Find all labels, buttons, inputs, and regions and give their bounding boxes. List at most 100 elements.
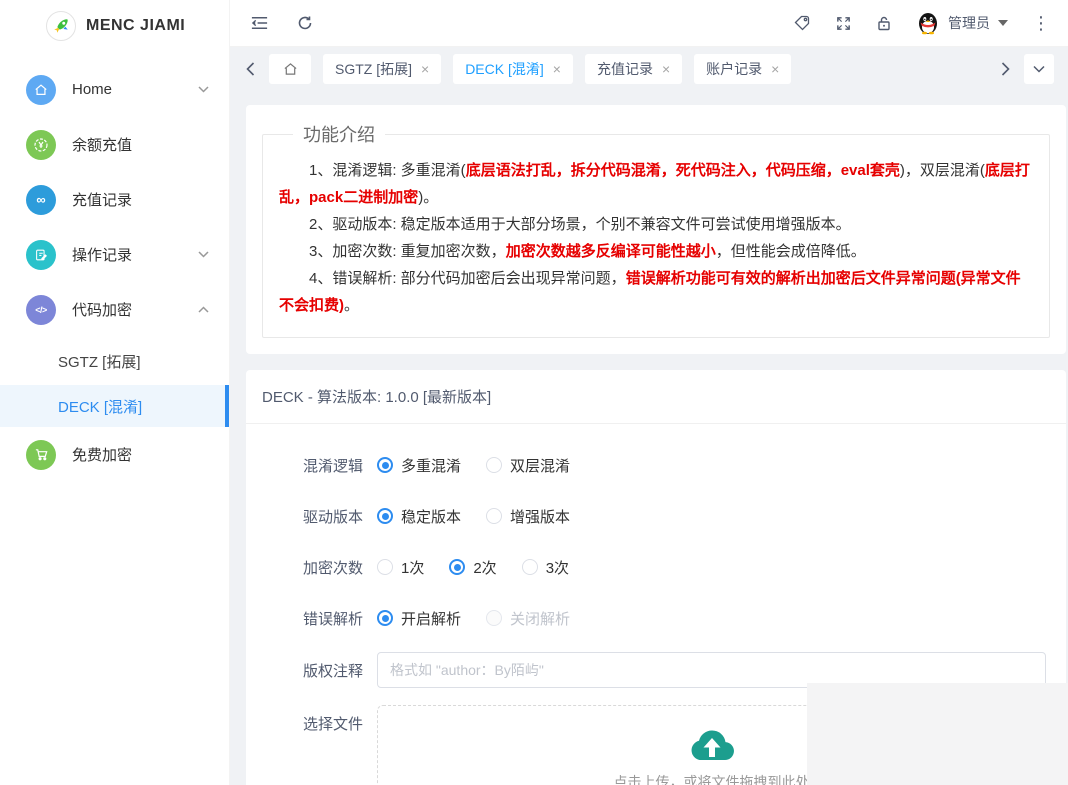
tab-label: 充值记录 xyxy=(597,59,653,79)
radio-icon[interactable] xyxy=(377,457,393,473)
radio-option-label: 开启解析 xyxy=(401,608,461,629)
intro-text-segment: 加密次数越多反编译可能性越小 xyxy=(506,243,716,260)
tab-account-records[interactable]: 账户记录 × xyxy=(694,54,791,84)
radio-icon[interactable] xyxy=(522,559,538,575)
sidebar-item-home[interactable]: Home xyxy=(0,62,229,117)
sidebar-item-label: 操作记录 xyxy=(72,244,198,265)
sidebar-item-recharge-records[interactable]: ∞ 充值记录 xyxy=(0,172,229,227)
sidebar-item-balance-recharge[interactable]: 余额充值 xyxy=(0,117,229,172)
logo: MENC JIAMI xyxy=(0,0,229,52)
document-edit-icon xyxy=(26,240,56,270)
main-area: 管理员 ⋮ SGTZ [拓展] × DECK [混淆] × xyxy=(230,0,1068,785)
radio-icon[interactable] xyxy=(449,559,465,575)
intro-text-segment: )。 xyxy=(418,189,438,206)
intro-text-segment: )，双层混淆( xyxy=(900,162,985,179)
radio-option-enhanced-version[interactable]: 增强版本 xyxy=(486,506,570,527)
form-row-error-parsing: 错误解析 开启解析 关闭解析 xyxy=(303,601,1046,635)
tabs-scroll-left-icon[interactable] xyxy=(246,62,255,76)
sidebar-subitem-label: SGTZ [拓展] xyxy=(58,351,141,372)
tab-label: SGTZ [拓展] xyxy=(335,59,412,79)
radio-option-label: 关闭解析 xyxy=(510,608,570,629)
intro-card: 功能介绍 1、混淆逻辑: 多重混淆(底层语法打乱，拆分代码混淆，死代码注入，代码… xyxy=(246,105,1066,354)
user-menu[interactable]: 管理员 xyxy=(916,11,1008,35)
yen-coin-icon xyxy=(26,130,56,160)
radio-option-label: 双层混淆 xyxy=(510,455,570,476)
radio-option-label: 1次 xyxy=(401,557,424,578)
sidebar-subitem-label: DECK [混淆] xyxy=(58,396,142,417)
intro-text-segment: 3、加密次数: 重复加密次数， xyxy=(309,243,506,260)
form-row-label: 错误解析 xyxy=(303,608,363,629)
close-icon[interactable]: × xyxy=(662,62,670,76)
intro-legend: 功能介绍 xyxy=(293,121,385,147)
sidebar: MENC JIAMI Home xyxy=(0,0,230,785)
form-row-driver-version: 驱动版本 稳定版本 增强版本 xyxy=(303,499,1046,533)
radio-option-2-times[interactable]: 2次 xyxy=(449,557,496,578)
refresh-icon[interactable] xyxy=(297,15,313,31)
app-window: MENC JIAMI Home xyxy=(0,0,1068,785)
radio-option-enable-parsing[interactable]: 开启解析 xyxy=(377,608,461,629)
upload-hint-text: 点击上传，或将文件拖拽到此处 xyxy=(614,772,810,785)
radio-option-double-obfuscate[interactable]: 双层混淆 xyxy=(486,455,570,476)
tab-label: DECK [混淆] xyxy=(465,59,544,79)
page-content: 功能介绍 1、混淆逻辑: 多重混淆(底层语法打乱，拆分代码混淆，死代码注入，代码… xyxy=(230,91,1068,785)
form-card-title: DECK - 算法版本: 1.0.0 [最新版本] xyxy=(246,370,1066,424)
intro-text-segment: 底层语法打乱，拆分代码混淆，死代码注入，代码压缩，eval套壳 xyxy=(466,162,900,179)
radio-option-label: 3次 xyxy=(546,557,569,578)
sidebar-item-free-encrypt[interactable]: 免费加密 xyxy=(0,427,229,482)
sidebar-item-operation-records[interactable]: 操作记录 xyxy=(0,227,229,282)
radio-option-stable-version[interactable]: 稳定版本 xyxy=(377,506,461,527)
radio-icon[interactable] xyxy=(377,508,393,524)
radio-option-label: 稳定版本 xyxy=(401,506,461,527)
radio-option-1-time[interactable]: 1次 xyxy=(377,557,424,578)
lock-icon[interactable] xyxy=(876,15,892,32)
tab-label: 账户记录 xyxy=(706,59,762,79)
close-icon[interactable]: × xyxy=(421,62,429,76)
radio-option-multi-obfuscate[interactable]: 多重混淆 xyxy=(377,455,461,476)
overlay-rectangle xyxy=(807,683,1068,785)
sidebar-item-code-encrypt[interactable]: </> 代码加密 xyxy=(0,282,229,337)
form-row-label: 版权注释 xyxy=(303,660,363,681)
radio-option-disable-parsing: 关闭解析 xyxy=(486,608,570,629)
radio-icon[interactable] xyxy=(486,508,502,524)
close-icon[interactable]: × xyxy=(553,62,561,76)
sidebar-subitem-sgtz[interactable]: SGTZ [拓展] xyxy=(0,337,229,385)
sidebar-menu: Home 余额充值 ∞ 充值记录 xyxy=(0,52,229,482)
radio-icon[interactable] xyxy=(377,559,393,575)
tag-icon[interactable] xyxy=(793,14,811,32)
caret-down-icon xyxy=(998,20,1008,26)
radio-icon[interactable] xyxy=(486,457,502,473)
form-row-encrypt-times: 加密次数 1次 2次 3次 xyxy=(303,550,1046,584)
collapse-sidebar-icon[interactable] xyxy=(250,15,269,31)
intro-line-2: 2、驱动版本: 稳定版本适用于大部分场景，个别不兼容文件可尝试使用增强版本。 xyxy=(279,211,1033,238)
more-options-icon[interactable]: ⋮ xyxy=(1032,14,1050,32)
chevron-down-icon xyxy=(198,86,209,93)
tab-recharge-records[interactable]: 充值记录 × xyxy=(585,54,682,84)
tabs-scroll-right-icon[interactable] xyxy=(1001,62,1010,76)
close-icon[interactable]: × xyxy=(771,62,779,76)
form-row-obfuscation-logic: 混淆逻辑 多重混淆 双层混淆 xyxy=(303,448,1046,482)
sidebar-item-label: 代码加密 xyxy=(72,299,198,320)
tab-home[interactable] xyxy=(269,54,311,84)
radio-icon[interactable] xyxy=(377,610,393,626)
tab-sgtz[interactable]: SGTZ [拓展] × xyxy=(323,54,441,84)
fullscreen-icon[interactable] xyxy=(835,15,852,32)
intro-text-segment: 1、混淆逻辑: 多重混淆( xyxy=(309,162,466,179)
intro-line-1: 1、混淆逻辑: 多重混淆(底层语法打乱，拆分代码混淆，死代码注入，代码压缩，ev… xyxy=(279,157,1033,211)
form-row-label: 驱动版本 xyxy=(303,506,363,527)
infinity-icon: ∞ xyxy=(26,185,56,215)
radio-option-3-times[interactable]: 3次 xyxy=(522,557,569,578)
rocket-logo-icon xyxy=(46,11,76,41)
sidebar-item-label: 充值记录 xyxy=(72,189,229,210)
radio-option-label: 2次 xyxy=(473,557,496,578)
sidebar-subitem-deck[interactable]: DECK [混淆] xyxy=(0,385,229,427)
tab-deck[interactable]: DECK [混淆] × xyxy=(453,54,573,84)
intro-text-segment: 。 xyxy=(344,297,359,314)
tab-strip: SGTZ [拓展] × DECK [混淆] × 充值记录 × 账户记录 × xyxy=(230,47,1068,91)
home-icon xyxy=(26,75,56,105)
form-row-label: 混淆逻辑 xyxy=(303,455,363,476)
cloud-upload-icon xyxy=(689,729,735,763)
tabs-dropdown-icon[interactable] xyxy=(1024,54,1054,84)
chevron-down-icon xyxy=(198,251,209,258)
sidebar-item-label: Home xyxy=(72,81,198,98)
topbar: 管理员 ⋮ xyxy=(230,0,1068,47)
